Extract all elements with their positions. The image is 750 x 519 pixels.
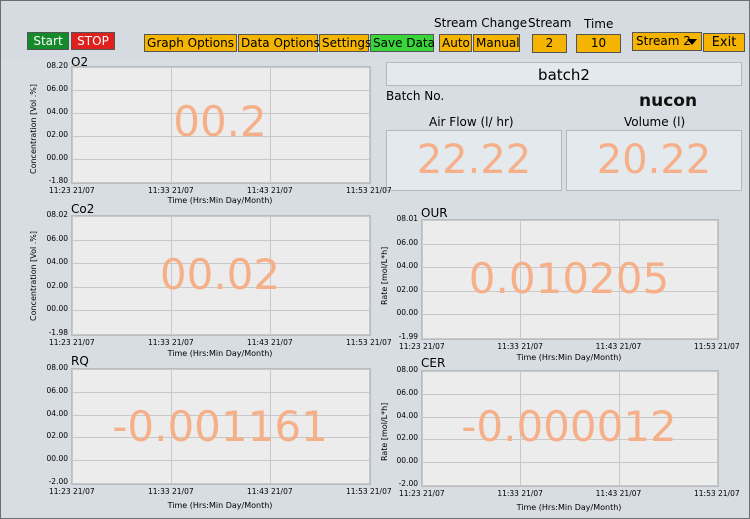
volume-label: Volume (l)	[624, 115, 686, 129]
cer-y-tick-label: 08.00	[396, 365, 418, 374]
our-y-axis-label: Rate [mol/L*h]	[380, 246, 389, 305]
rq-current-value: -0.001161	[112, 402, 328, 451]
our-x-tick-label: 11:43 21/07	[595, 342, 642, 351]
co2-x-axis-label: Time (Hrs:Min Day/Month)	[167, 349, 273, 358]
volume-value: 20.22	[596, 137, 712, 183]
time-label: Time	[584, 17, 614, 31]
our-y-tick-label: 06.00	[396, 237, 418, 247]
co2-y-tick-label: 04.00	[46, 257, 68, 267]
cer-y-tick-label: 06.00	[396, 387, 418, 397]
rq-y-tick-label: 02.00	[46, 431, 68, 441]
co2-x-tick-label: 11:33 21/07	[148, 338, 194, 347]
co2-y-tick-label: 06.00	[46, 233, 68, 243]
batch-no-label: Batch No.	[386, 89, 445, 103]
o2-x-tick-label: 11:53 21/07	[346, 186, 392, 195]
settings-button[interactable]: Settings	[319, 34, 371, 52]
rq-x-axis-label: Time (Hrs:Min Day/Month)	[167, 501, 273, 510]
co2-current-value: 00.02	[159, 250, 281, 299]
co2-y-tick-label: 00.00	[46, 304, 68, 314]
co2-x-tick-label: 11:43 21/07	[247, 338, 293, 347]
auto-button[interactable]: Auto	[439, 34, 472, 52]
airflow-label: Air Flow (l/ hr)	[429, 115, 514, 129]
o2-y-tick-label: 04.00	[46, 107, 68, 116]
co2-x-tick-label: 11:23 21/07	[49, 338, 95, 347]
stream-select-value: Stream 2	[636, 34, 691, 48]
rq-x-tick-label: 11:23 21/07	[49, 487, 95, 496]
exit-button[interactable]: Exit	[703, 33, 745, 52]
o2-x-tick-label: 11:43 21/07	[247, 186, 293, 195]
our-y-tick-label: 04.00	[396, 261, 418, 271]
o2-y-tick-label: 02.00	[46, 130, 68, 139]
co2-y-tick-label: 02.00	[46, 280, 68, 290]
rq-x-tick-label: 11:43 21/07	[247, 487, 293, 496]
batch-name-box: batch2	[386, 62, 742, 86]
our-y-tick-label: 00.00	[396, 308, 418, 318]
o2-x-tick-label: 11:23 21/07	[49, 186, 95, 195]
our-current-value: 0.010205	[468, 254, 670, 303]
co2-chart-title: Co2	[71, 202, 95, 216]
co2-y-tick-label: 08.02	[46, 210, 68, 219]
our-y-tick-label: 02.00	[396, 284, 418, 294]
rq-y-tick-label: 00.00	[46, 454, 68, 464]
cer-x-axis-label: Time (Hrs:Min Day/Month)	[516, 503, 622, 512]
o2-y-tick-label: -1.80	[48, 176, 68, 185]
graph-options-button[interactable]: Graph Options	[144, 34, 237, 52]
cer-y-tick-label: -2.00	[398, 479, 418, 488]
our-x-axis-label: Time (Hrs:Min Day/Month)	[516, 353, 622, 362]
our-x-tick-label: 11:23 21/07	[399, 342, 445, 351]
our-y-tick-label: -1.99	[398, 332, 418, 341]
start-button[interactable]: Start	[27, 32, 69, 50]
o2-x-axis-label: Time (Hrs:Min Day/Month)	[167, 196, 273, 205]
rq-y-tick-label: 08.00	[46, 363, 68, 372]
chevron-down-icon	[687, 39, 697, 45]
o2-y-tick-label: 00.00	[46, 153, 68, 162]
rq-y-tick-label: 04.00	[46, 408, 68, 418]
cer-x-tick-label: 11:33 21/07	[497, 489, 543, 498]
airflow-value: 22.22	[416, 137, 532, 183]
stream-label: Stream	[528, 16, 572, 30]
rq-y-tick-label: -2.00	[48, 477, 68, 486]
cer-x-tick-label: 11:53 21/07	[694, 489, 740, 498]
cer-current-value: -0.000012	[461, 402, 677, 451]
main-window: Start STOP Graph Options Data Options Se…	[0, 0, 750, 519]
manual-button[interactable]: Manual	[473, 34, 520, 52]
data-options-button[interactable]: Data Options	[238, 34, 320, 52]
o2-y-tick-label: 06.00	[46, 84, 68, 93]
cer-x-tick-label: 11:23 21/07	[399, 489, 445, 498]
rq-x-tick-label: 11:33 21/07	[148, 487, 194, 496]
rq-x-tick-label: 11:53 21/07	[346, 487, 392, 496]
o2-x-tick-label: 11:33 21/07	[148, 186, 194, 195]
cer-chart-title: CER	[421, 356, 446, 370]
stop-button[interactable]: STOP	[71, 32, 115, 50]
time-value: 10	[576, 34, 621, 53]
o2-y-tick-label: 08.20	[46, 61, 68, 70]
our-x-tick-label: 11:33 21/07	[497, 342, 543, 351]
rq-y-tick-label: 06.00	[46, 385, 68, 395]
cer-y-tick-label: 00.00	[396, 456, 418, 466]
cer-y-tick-label: 04.00	[396, 410, 418, 420]
o2-current-value: 00.2	[173, 97, 267, 146]
cer-y-tick-label: 02.00	[396, 433, 418, 443]
rq-chart-title: RQ	[71, 354, 89, 368]
our-chart-title: OUR	[421, 206, 448, 220]
save-data-button[interactable]: Save Data	[370, 34, 435, 52]
cer-x-tick-label: 11:43 21/07	[595, 489, 642, 498]
our-y-tick-label: 08.01	[396, 214, 418, 223]
stream-value: 2	[532, 34, 567, 53]
our-x-tick-label: 11:53 21/07	[694, 342, 740, 351]
co2-y-tick-label: -1.98	[48, 328, 68, 337]
stream-change-label: Stream Change	[434, 16, 528, 30]
stream-select[interactable]: Stream 2	[632, 32, 702, 51]
nucon-logo: nucon	[639, 91, 698, 111]
